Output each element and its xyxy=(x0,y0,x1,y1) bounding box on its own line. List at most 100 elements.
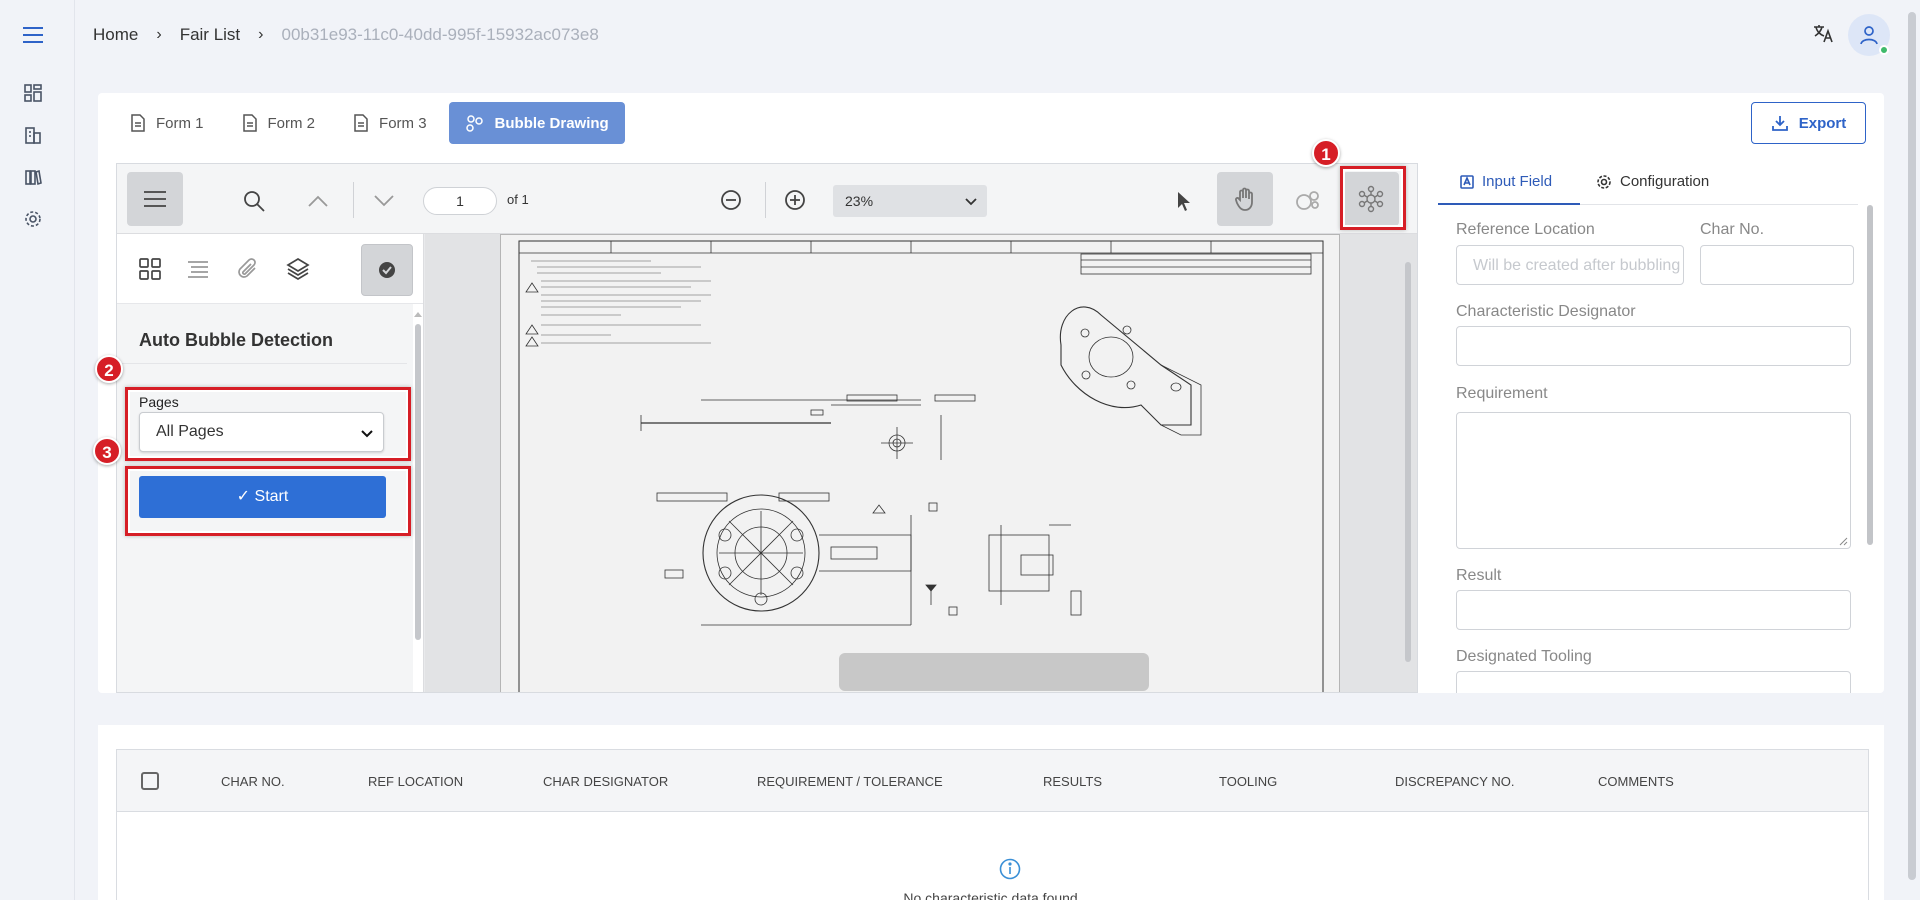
column-header[interactable]: RESULTS xyxy=(1043,774,1102,789)
result-label: Result xyxy=(1456,567,1502,584)
user-avatar[interactable] xyxy=(1848,14,1890,56)
designated-tooling-label: Designated Tooling xyxy=(1456,648,1592,665)
annotation-badge-2: 2 xyxy=(95,355,123,383)
attachment-icon[interactable] xyxy=(223,244,273,294)
column-header[interactable]: CHAR DESIGNATOR xyxy=(543,774,668,789)
zoom-out-icon[interactable] xyxy=(717,186,747,216)
form-tabs: Form 1 Form 2 Form 3 Bubble Drawing xyxy=(114,102,625,144)
annotation-box-3 xyxy=(125,466,411,536)
info-icon xyxy=(999,858,1021,885)
char-no-input[interactable] xyxy=(1700,245,1854,285)
properties-tabs: Input Field Configuration xyxy=(1438,163,1858,205)
dashboard-icon[interactable] xyxy=(22,82,44,104)
column-header[interactable]: CHAR NO. xyxy=(221,774,285,789)
tab-label: Form 2 xyxy=(267,114,316,132)
building-icon[interactable] xyxy=(22,124,44,146)
tab-configuration[interactable]: Configuration xyxy=(1596,173,1709,190)
left-rail xyxy=(0,0,75,900)
page-scrollbar[interactable] xyxy=(1908,12,1916,880)
annotation-badge-3: 3 xyxy=(93,437,121,465)
pointer-icon[interactable] xyxy=(1169,186,1199,216)
layers-icon[interactable] xyxy=(273,244,323,294)
document-area[interactable] xyxy=(425,234,1417,692)
document-scrollbar[interactable] xyxy=(1405,262,1411,662)
tab-bubble-drawing[interactable]: Bubble Drawing xyxy=(448,102,625,144)
requirement-label: Requirement xyxy=(1456,385,1548,402)
page-number-input[interactable]: 1 xyxy=(423,187,497,215)
main-card: Form 1 Form 2 Form 3 Bubble Drawing Expo… xyxy=(93,93,1884,693)
text-field-icon xyxy=(1460,174,1474,189)
technical-drawing-page xyxy=(500,234,1340,692)
panel-title: Auto Bubble Detection xyxy=(117,316,407,364)
download-icon xyxy=(1771,116,1788,131)
bubbles-icon xyxy=(465,115,483,132)
breadcrumb-fair-list[interactable]: Fair List xyxy=(180,25,240,45)
chevron-right-icon: › xyxy=(258,26,264,43)
tab-label: Bubble Drawing xyxy=(494,114,609,132)
settings-gear-icon[interactable] xyxy=(22,208,44,230)
annotation-box-2 xyxy=(125,387,411,461)
tab-label: Input Field xyxy=(1482,173,1553,190)
technical-drawing xyxy=(518,240,1324,692)
annotation-box-1 xyxy=(1340,166,1406,230)
translate-icon[interactable] xyxy=(1812,22,1834,49)
sidebar-tabs xyxy=(117,234,423,304)
reference-location-input[interactable]: Will be created after bubbling xyxy=(1456,245,1684,285)
sidebar-toggle-button[interactable] xyxy=(127,172,183,226)
outline-icon[interactable] xyxy=(173,244,223,294)
zoom-in-icon[interactable] xyxy=(781,186,811,216)
thumbnails-icon[interactable] xyxy=(125,244,175,294)
chevron-right-icon: › xyxy=(156,26,162,43)
tab-form-1[interactable]: Form 1 xyxy=(114,102,220,144)
reference-location-label: Reference Location xyxy=(1456,221,1595,238)
search-icon[interactable] xyxy=(239,186,269,216)
char-no-label: Char No. xyxy=(1700,221,1765,238)
document-icon xyxy=(131,114,145,132)
sidebar-scrollbar[interactable] xyxy=(414,310,422,640)
page-count: of 1 xyxy=(507,192,529,207)
top-bar: Home › Fair List › 00b31e93-11c0-40dd-99… xyxy=(75,0,1920,72)
hamburger-menu-icon[interactable] xyxy=(22,24,44,46)
properties-scrollbar[interactable] xyxy=(1867,205,1873,545)
gear-icon xyxy=(1597,174,1611,189)
library-icon[interactable] xyxy=(22,166,44,188)
empty-message: No characteristic data found. xyxy=(903,890,1082,900)
table-header: CHAR NO. REF LOCATION CHAR DESIGNATOR RE… xyxy=(117,750,1868,812)
designated-tooling-input[interactable] xyxy=(1456,671,1851,693)
online-status-dot xyxy=(1879,45,1889,55)
requirement-textarea[interactable] xyxy=(1456,412,1851,549)
characteristic-designator-input[interactable] xyxy=(1456,326,1851,366)
breadcrumb: Home › Fair List › 00b31e93-11c0-40dd-99… xyxy=(93,25,599,45)
tab-label: Configuration xyxy=(1620,173,1710,190)
tab-label: Form 3 xyxy=(379,114,427,132)
tab-form-2[interactable]: Form 2 xyxy=(226,102,332,144)
characteristics-table: CHAR NO. REF LOCATION CHAR DESIGNATOR RE… xyxy=(116,749,1869,900)
breadcrumb-home[interactable]: Home xyxy=(93,25,138,45)
bubble-tool-icon[interactable] xyxy=(1293,186,1323,216)
viewer-sidebar: Auto Bubble Detection Pages All Pages ✓ … xyxy=(117,234,424,692)
tab-form-3[interactable]: Form 3 xyxy=(337,102,443,144)
column-header[interactable]: TOOLING xyxy=(1219,774,1277,789)
zoom-value: 23% xyxy=(845,193,874,209)
properties-panel: Input Field Configuration Reference Loca… xyxy=(1438,163,1878,693)
zoom-select[interactable]: 23% xyxy=(833,185,987,217)
tab-label: Form 1 xyxy=(156,114,204,132)
pan-hand-icon[interactable] xyxy=(1217,172,1273,226)
tab-input-field[interactable]: Input Field xyxy=(1460,173,1552,190)
menu-icon xyxy=(144,191,166,207)
column-header[interactable]: REF LOCATION xyxy=(368,774,463,789)
select-all-checkbox[interactable] xyxy=(141,772,159,790)
column-header[interactable]: REQUIREMENT / TOLERANCE xyxy=(757,774,943,789)
document-icon xyxy=(354,114,368,132)
chevron-down-icon[interactable] xyxy=(369,186,399,216)
export-button[interactable]: Export xyxy=(1751,102,1866,144)
chevron-down-icon xyxy=(965,185,977,217)
characteristic-designator-label: Characteristic Designator xyxy=(1456,303,1636,320)
column-header[interactable]: DISCREPANCY NO. xyxy=(1395,774,1514,789)
annotation-badge-1: 1 xyxy=(1312,139,1340,167)
chevron-up-icon[interactable] xyxy=(303,186,333,216)
column-header[interactable]: COMMENTS xyxy=(1598,774,1674,789)
bubble-detection-tab-icon[interactable] xyxy=(361,244,413,296)
result-input[interactable] xyxy=(1456,590,1851,630)
document-icon xyxy=(242,114,257,132)
